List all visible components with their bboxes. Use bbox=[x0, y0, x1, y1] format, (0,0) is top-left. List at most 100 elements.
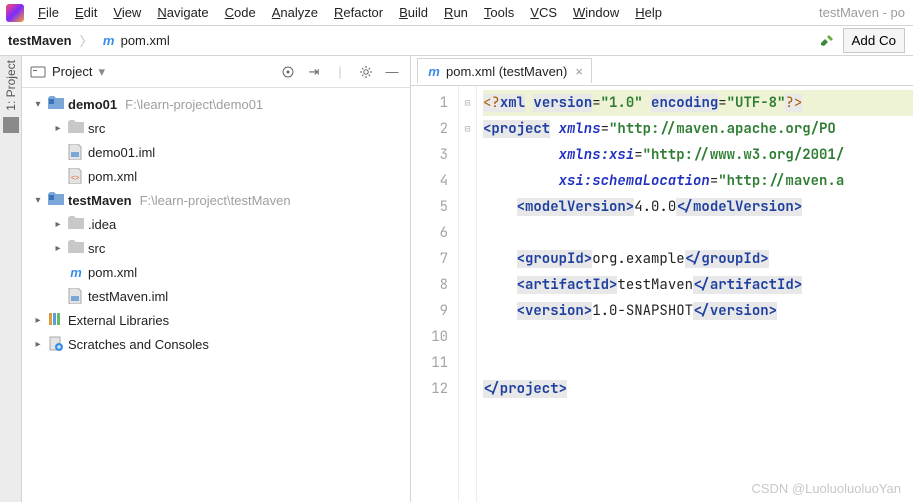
breadcrumb-project[interactable]: testMaven bbox=[8, 33, 72, 48]
code-line-5[interactable]: <modelVersion>4.0.0</modelVersion> bbox=[483, 194, 913, 220]
code-line-1[interactable]: <?xml version="1.0" encoding="UTF-8"?> bbox=[483, 90, 913, 116]
window-title: testMaven - po bbox=[819, 5, 909, 20]
breadcrumb-file[interactable]: pom.xml bbox=[121, 33, 170, 48]
divider: | bbox=[330, 62, 350, 82]
navigation-bar: testMaven 〉 m pom.xml Add Co bbox=[0, 26, 913, 56]
view-dropdown-icon[interactable]: ▾ bbox=[98, 64, 105, 80]
tree-item-demo01-iml[interactable]: demo01.iml bbox=[22, 140, 410, 164]
tree-item-label: External Libraries bbox=[68, 313, 169, 328]
tree-item-src[interactable]: ▸ src bbox=[22, 236, 410, 260]
tree-item-label: testMaven bbox=[68, 193, 132, 208]
tree-item-pom-xml[interactable]: m pom.xml bbox=[22, 260, 410, 284]
pom-icon: <> bbox=[68, 168, 84, 184]
tree-item-label: src bbox=[88, 241, 105, 256]
maven-file-icon: m bbox=[101, 33, 117, 49]
add-configuration-button[interactable]: Add Co bbox=[843, 28, 905, 53]
code-line-4[interactable]: xsi:schemaLocation="http://maven.a bbox=[483, 168, 913, 194]
folder-icon bbox=[68, 120, 84, 136]
tree-item-label: pom.xml bbox=[88, 169, 137, 184]
lib-icon bbox=[48, 312, 64, 328]
tree-twistie-icon[interactable]: ▸ bbox=[52, 219, 64, 230]
menu-analyze[interactable]: Analyze bbox=[264, 3, 326, 22]
editor-pane: m pom.xml (testMaven) × 123456789101112 … bbox=[411, 56, 913, 502]
menu-vcs[interactable]: VCS bbox=[522, 3, 565, 22]
build-hammer-icon[interactable] bbox=[817, 31, 837, 51]
tree-item--idea[interactable]: ▸ .idea bbox=[22, 212, 410, 236]
maven-file-icon: m bbox=[426, 63, 442, 79]
module-icon bbox=[48, 192, 64, 208]
tree-item-label: demo01 bbox=[68, 97, 117, 112]
gear-icon[interactable] bbox=[356, 62, 376, 82]
project-tool-window: Project ▾ ⇥ | — ▾ demo01 F:\learn-project\… bbox=[22, 56, 410, 502]
pom-m-icon: m bbox=[68, 264, 84, 280]
tree-scratches-and-consoles[interactable]: ▸ Scratches and Consoles bbox=[22, 332, 410, 356]
code-line-3[interactable]: xmlns:xsi="http://www.w3.org/2001/ bbox=[483, 142, 913, 168]
watermark: CSDN @LuoluoluoluoYan bbox=[751, 481, 901, 496]
locate-icon[interactable] bbox=[278, 62, 298, 82]
tree-item-label: Scratches and Consoles bbox=[68, 337, 209, 352]
code-line-8[interactable]: <artifactId>testMaven</artifactId> bbox=[483, 272, 913, 298]
tree-item-testMaven-iml[interactable]: testMaven.iml bbox=[22, 284, 410, 308]
menubar: FileEditViewNavigateCodeAnalyzeRefactorB… bbox=[0, 0, 913, 26]
code-line-6[interactable] bbox=[483, 220, 913, 246]
folder-icon bbox=[68, 240, 84, 256]
tree-twistie-icon[interactable]: ▸ bbox=[32, 339, 44, 350]
menu-help[interactable]: Help bbox=[627, 3, 670, 22]
tree-item-label: src bbox=[88, 121, 105, 136]
menu-tools[interactable]: Tools bbox=[476, 3, 522, 22]
code-line-11[interactable] bbox=[483, 350, 913, 376]
editor-tabs: m pom.xml (testMaven) × bbox=[411, 56, 913, 86]
code-area[interactable]: <?xml version="1.0" encoding="UTF-8"?><p… bbox=[477, 86, 913, 502]
menu-edit[interactable]: Edit bbox=[67, 3, 105, 22]
svg-text:<>: <> bbox=[71, 175, 79, 182]
tree-item-path: F:\learn-project\demo01 bbox=[125, 97, 263, 112]
tree-twistie-icon[interactable]: ▸ bbox=[52, 123, 64, 134]
tree-external-libraries[interactable]: ▸ External Libraries bbox=[22, 308, 410, 332]
menu-view[interactable]: View bbox=[105, 3, 149, 22]
tab-pom-xml[interactable]: m pom.xml (testMaven) × bbox=[417, 58, 592, 83]
project-view-icon bbox=[30, 64, 46, 80]
tree-twistie-icon[interactable]: ▸ bbox=[52, 243, 64, 254]
tree-item-path: F:\learn-project\testMaven bbox=[140, 193, 291, 208]
menu-navigate[interactable]: Navigate bbox=[149, 3, 216, 22]
iml-icon bbox=[68, 288, 84, 304]
tree-twistie-icon[interactable]: ▸ bbox=[32, 315, 44, 326]
project-tool-header: Project ▾ ⇥ | — bbox=[22, 56, 410, 88]
menu-refactor[interactable]: Refactor bbox=[326, 3, 391, 22]
structure-tool-icon[interactable] bbox=[3, 117, 19, 133]
code-line-9[interactable]: <version>1.0-SNAPSHOT</version> bbox=[483, 298, 913, 324]
code-line-2[interactable]: <project xmlns="http://maven.apache.org/… bbox=[483, 116, 913, 142]
hide-icon[interactable]: — bbox=[382, 62, 402, 82]
menu-code[interactable]: Code bbox=[217, 3, 264, 22]
fold-gutter[interactable]: ⊟⊟ bbox=[459, 86, 477, 502]
menu-run[interactable]: Run bbox=[436, 3, 476, 22]
expand-all-icon[interactable]: ⇥ bbox=[304, 62, 324, 82]
tree-item-label: pom.xml bbox=[88, 265, 137, 280]
tree-item-label: .idea bbox=[88, 217, 116, 232]
tree-item-src[interactable]: ▸ src bbox=[22, 116, 410, 140]
tree-module-demo01[interactable]: ▾ demo01 F:\learn-project\demo01 bbox=[22, 92, 410, 116]
module-icon bbox=[48, 96, 64, 112]
iml-icon bbox=[68, 144, 84, 160]
line-number-gutter: 123456789101112 bbox=[411, 86, 459, 502]
project-tree[interactable]: ▾ demo01 F:\learn-project\demo01 ▸ src demo01… bbox=[22, 88, 410, 360]
project-tool-button[interactable]: 1: Project bbox=[4, 60, 18, 111]
project-view-title[interactable]: Project bbox=[52, 64, 92, 79]
code-line-12[interactable]: </project> bbox=[483, 376, 913, 402]
menu-window[interactable]: Window bbox=[565, 3, 627, 22]
menu-build[interactable]: Build bbox=[391, 3, 436, 22]
close-tab-icon[interactable]: × bbox=[575, 64, 583, 79]
menu-file[interactable]: File bbox=[30, 3, 67, 22]
tree-item-pom-xml[interactable]: <> pom.xml bbox=[22, 164, 410, 188]
code-line-10[interactable] bbox=[483, 324, 913, 350]
tree-twistie-icon[interactable]: ▾ bbox=[32, 195, 44, 206]
tree-module-testMaven[interactable]: ▾ testMaven F:\learn-project\testMaven bbox=[22, 188, 410, 212]
tree-twistie-icon[interactable]: ▾ bbox=[32, 99, 44, 110]
app-logo-icon bbox=[6, 4, 24, 22]
tree-item-label: testMaven.iml bbox=[88, 289, 168, 304]
scratch-icon bbox=[48, 336, 64, 352]
editor-body[interactable]: 123456789101112 ⊟⊟ <?xml version="1.0" e… bbox=[411, 86, 913, 502]
breadcrumb-separator-icon: 〉 bbox=[80, 31, 93, 50]
tree-item-label: demo01.iml bbox=[88, 145, 155, 160]
code-line-7[interactable]: <groupId>org.example</groupId> bbox=[483, 246, 913, 272]
